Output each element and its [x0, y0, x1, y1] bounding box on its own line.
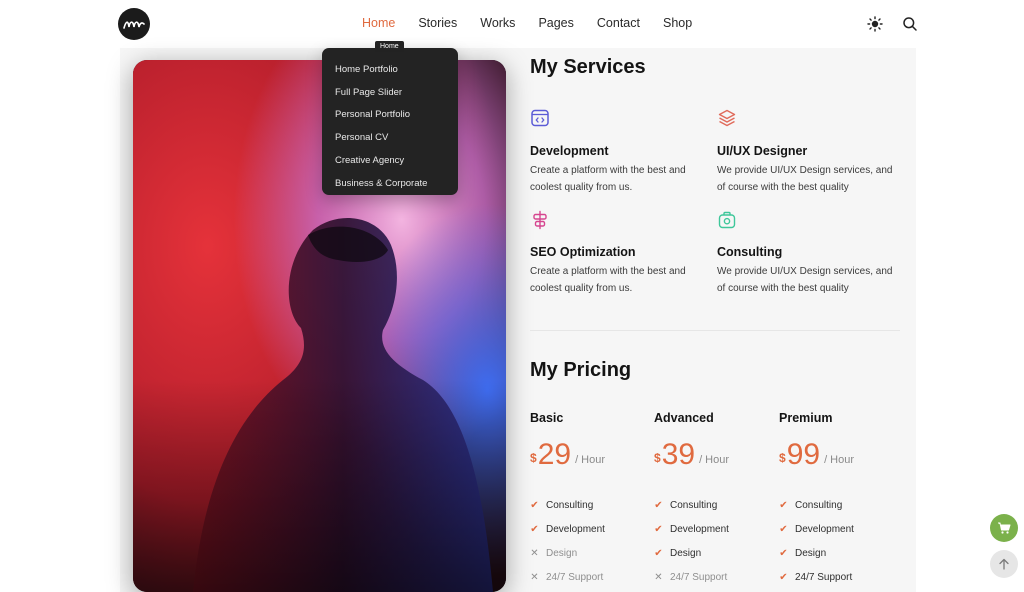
- site-header: Home Stories Works Pages Contact Shop: [0, 0, 1024, 48]
- pricing-title: My Pricing: [530, 359, 632, 381]
- plan-feature: ✕ 24/7 Support: [530, 572, 603, 583]
- plan-name-advanced: Advanced: [654, 411, 714, 425]
- check-icon: ✔: [654, 499, 663, 511]
- search-icon[interactable]: [901, 15, 919, 33]
- scroll-top-button[interactable]: [990, 550, 1018, 578]
- nav-works[interactable]: Works: [480, 16, 515, 30]
- feature-label: Development: [546, 524, 605, 535]
- currency-symbol: $: [654, 451, 661, 465]
- service-desc-development: Create a platform with the best and cool…: [530, 165, 686, 193]
- camera-bag-icon: [717, 210, 737, 230]
- nav-contact[interactable]: Contact: [597, 16, 640, 30]
- check-icon: ✔: [779, 523, 788, 535]
- plan-feature: ✔ Design: [654, 548, 701, 559]
- main-nav: Home Stories Works Pages Contact Shop: [362, 16, 692, 30]
- feature-label: Development: [670, 524, 729, 535]
- feature-label: 24/7 Support: [795, 572, 853, 583]
- service-title-development: Development: [530, 144, 609, 158]
- feature-label: Development: [795, 524, 854, 535]
- feature-label: 24/7 Support: [670, 572, 728, 583]
- service-title-consulting: Consulting: [717, 245, 783, 259]
- feature-label: 24/7 Support: [546, 572, 604, 583]
- plan-feature: ✔ Consulting: [779, 500, 842, 511]
- plan-price-premium: $ 99 / Hour: [779, 440, 854, 470]
- plan-feature: ✔ Consulting: [530, 500, 593, 511]
- nav-pages[interactable]: Pages: [538, 16, 573, 30]
- feature-label: Design: [670, 548, 702, 559]
- plan-feature: ✔ 24/7 Support: [779, 572, 852, 583]
- section-divider: [530, 330, 900, 331]
- plan-feature: ✔ Development: [779, 524, 854, 535]
- price-amount: 39: [661, 438, 696, 471]
- nav-shop[interactable]: Shop: [663, 16, 692, 30]
- check-icon: ✔: [530, 523, 539, 535]
- price-period: / Hour: [699, 454, 730, 466]
- nav-home[interactable]: Home: [362, 16, 395, 30]
- cross-icon: ✕: [530, 547, 539, 559]
- home-dropdown-menu: Home Portfolio Full Page Slider Personal…: [322, 48, 458, 195]
- plan-name-premium: Premium: [779, 411, 833, 425]
- currency-symbol: $: [530, 451, 537, 465]
- plan-name-basic: Basic: [530, 411, 564, 425]
- service-desc-seo: Create a platform with the best and cool…: [530, 266, 686, 294]
- cart-button[interactable]: [990, 514, 1018, 542]
- check-icon: ✔: [779, 499, 788, 511]
- feature-label: Design: [795, 548, 827, 559]
- check-icon: ✔: [654, 547, 663, 559]
- plan-feature: ✔ Development: [654, 524, 729, 535]
- cart-icon: [998, 522, 1011, 534]
- layers-icon: [717, 108, 737, 128]
- check-icon: ✔: [654, 523, 663, 535]
- menu-item-personal-cv[interactable]: Personal CV: [322, 126, 458, 149]
- feature-label: Consulting: [670, 500, 718, 511]
- menu-item-personal-portfolio[interactable]: Personal Portfolio: [322, 104, 458, 127]
- services-title: My Services: [530, 56, 646, 78]
- plan-feature: ✔ Design: [779, 548, 826, 559]
- nav-stories[interactable]: Stories: [418, 16, 457, 30]
- code-window-icon: [530, 108, 550, 128]
- cross-icon: ✕: [654, 571, 663, 583]
- plan-feature: ✕ Design: [530, 548, 577, 559]
- price-period: / Hour: [824, 454, 855, 466]
- menu-item-business-corporate[interactable]: Business & Corporate: [322, 172, 458, 195]
- nav-tooltip: Home: [375, 41, 404, 52]
- price-period: / Hour: [575, 454, 606, 466]
- plan-feature: ✔ Consulting: [654, 500, 717, 511]
- menu-item-home-portfolio[interactable]: Home Portfolio: [322, 58, 458, 81]
- service-title-seo: SEO Optimization: [530, 245, 636, 259]
- menu-item-full-page-slider[interactable]: Full Page Slider: [322, 81, 458, 104]
- currency-symbol: $: [779, 451, 786, 465]
- check-icon: ✔: [779, 547, 788, 559]
- check-icon: ✔: [530, 499, 539, 511]
- sun-icon[interactable]: [866, 15, 884, 33]
- price-amount: 29: [537, 438, 572, 471]
- align-center-icon: [530, 210, 550, 230]
- logo[interactable]: [118, 8, 150, 40]
- arrow-up-icon: [999, 558, 1009, 570]
- feature-label: Consulting: [546, 500, 594, 511]
- menu-item-creative-agency[interactable]: Creative Agency: [322, 149, 458, 172]
- service-desc-uiux: We provide UI/UX Design services, and of…: [717, 165, 893, 193]
- plan-feature: ✕ 24/7 Support: [654, 572, 727, 583]
- service-desc-consulting: We provide UI/UX Design services, and of…: [717, 266, 893, 294]
- service-title-uiux: UI/UX Designer: [717, 144, 808, 158]
- cross-icon: ✕: [530, 571, 539, 583]
- feature-label: Consulting: [795, 500, 843, 511]
- plan-feature: ✔ Development: [530, 524, 605, 535]
- plan-price-basic: $ 29 / Hour: [530, 440, 605, 470]
- plan-price-advanced: $ 39 / Hour: [654, 440, 729, 470]
- logo-mark-icon: [123, 21, 145, 29]
- feature-label: Design: [546, 548, 578, 559]
- check-icon: ✔: [779, 571, 788, 583]
- price-amount: 99: [786, 438, 821, 471]
